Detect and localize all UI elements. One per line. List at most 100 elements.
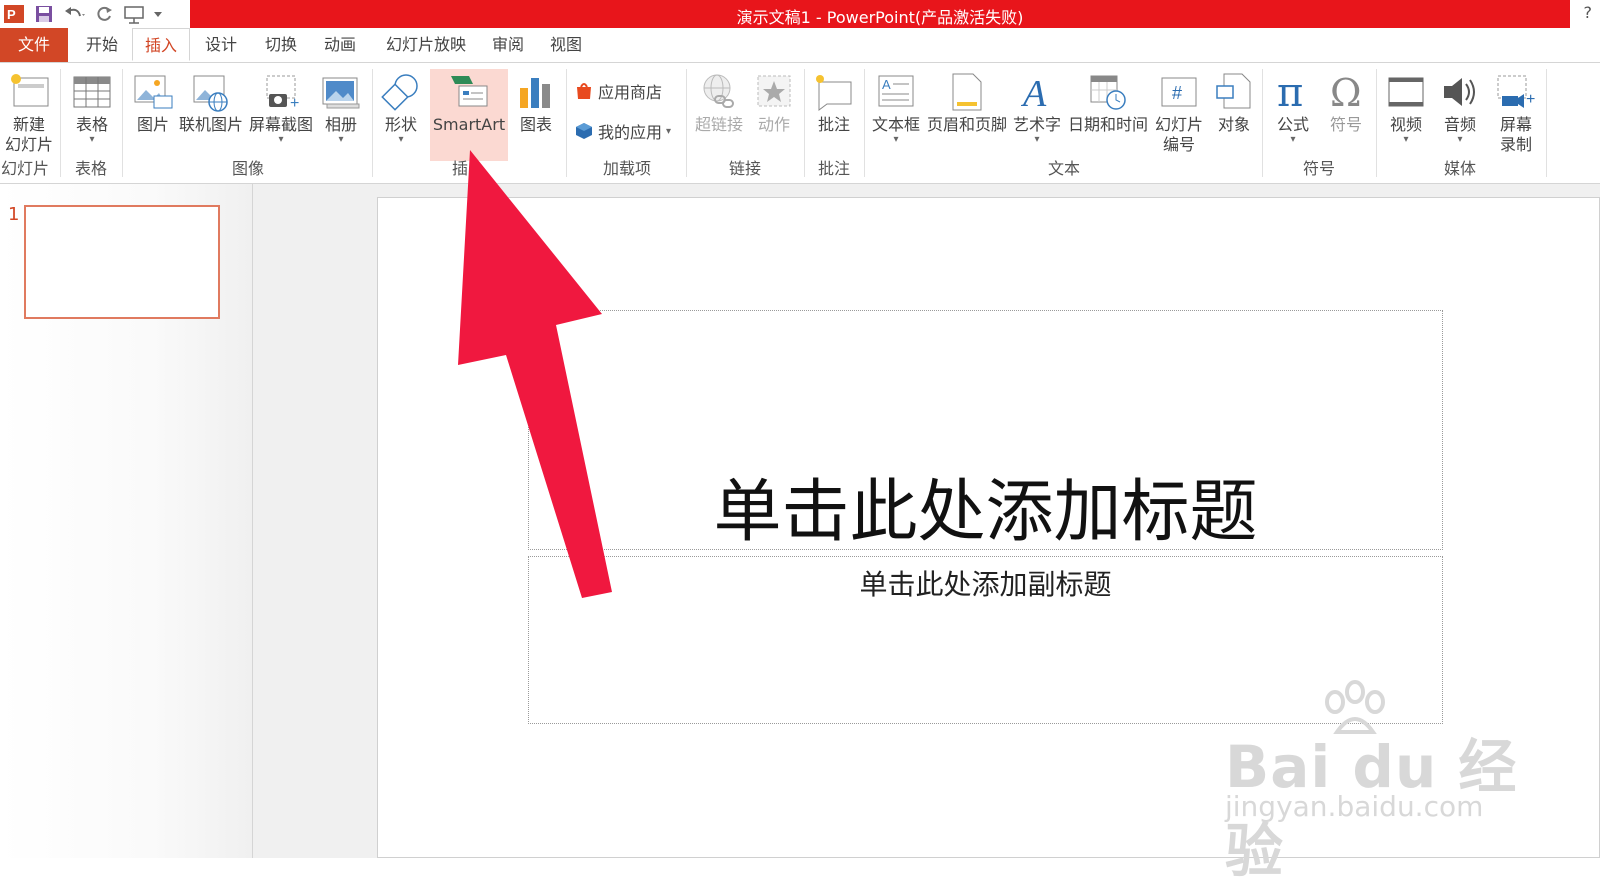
tab-review[interactable]: 审阅	[480, 28, 536, 62]
tab-home[interactable]: 开始	[72, 28, 132, 62]
textbox-icon: A	[866, 69, 926, 115]
group-divider	[1546, 69, 1547, 177]
screenshot-button[interactable]: + 屏幕截图 ▾	[246, 69, 316, 145]
svg-text:Ω: Ω	[1330, 72, 1362, 112]
hyperlink-label: 超链接	[694, 115, 743, 134]
object-button[interactable]: 对象	[1208, 69, 1260, 135]
shapes-dropdown-chevron-icon[interactable]: ▾	[376, 135, 426, 145]
video-dropdown-chevron-icon[interactable]: ▾	[1380, 135, 1432, 145]
audio-label: 音频	[1443, 115, 1476, 134]
slide-number-label-1: 幻灯片	[1154, 115, 1203, 134]
powerpoint-logo-icon[interactable]: P	[2, 2, 26, 26]
tab-design[interactable]: 设计	[192, 28, 250, 62]
header-footer-button[interactable]: 页眉和页脚	[926, 69, 1008, 135]
group-label-comments: 批注	[817, 159, 850, 178]
store-button[interactable]: 应用商店	[574, 79, 662, 103]
slide-thumbnail[interactable]	[24, 205, 220, 319]
svg-text:A: A	[1020, 73, 1047, 112]
smartart-icon	[430, 69, 508, 115]
table-dropdown-chevron-icon[interactable]: ▾	[64, 135, 120, 145]
svg-text:P: P	[7, 7, 16, 22]
photo-album-dropdown-chevron-icon[interactable]: ▾	[316, 135, 366, 145]
shapes-icon	[376, 69, 426, 115]
action-label: 动作	[757, 115, 790, 134]
datetime-button[interactable]: 日期和时间	[1066, 69, 1150, 135]
title-placeholder[interactable]: 单击此处添加标题	[528, 310, 1443, 552]
screen-recording-button[interactable]: + 屏幕 录制	[1488, 69, 1544, 155]
shapes-button[interactable]: 形状 ▾	[376, 69, 426, 145]
picture-button[interactable]: 图片	[128, 69, 178, 135]
action-button[interactable]: 动作	[750, 69, 798, 135]
redo-icon[interactable]	[92, 2, 116, 26]
baidu-watermark: Bai du 经验 jingyan.baidu.com	[1225, 680, 1525, 885]
new-slide-icon	[0, 69, 58, 115]
tab-animations[interactable]: 动画	[310, 28, 370, 62]
textbox-dropdown-chevron-icon[interactable]: ▾	[866, 135, 926, 145]
equation-dropdown-chevron-icon[interactable]: ▾	[1266, 135, 1320, 145]
textbox-button[interactable]: A 文本框 ▾	[866, 69, 926, 145]
symbol-button[interactable]: Ω 符号	[1320, 69, 1372, 135]
online-picture-label: 联机图片	[178, 115, 243, 134]
group-divider	[122, 69, 123, 177]
title-placeholder-text: 单击此处添加标题	[713, 473, 1258, 552]
new-slide-button[interactable]: 新建 幻灯片	[0, 69, 58, 155]
save-icon[interactable]	[32, 2, 56, 26]
wordart-button[interactable]: A 艺术字 ▾	[1010, 69, 1064, 145]
equation-label: 公式	[1276, 115, 1309, 134]
hyperlink-button[interactable]: 超链接	[690, 69, 748, 135]
video-button[interactable]: 视频 ▾	[1380, 69, 1432, 145]
help-button[interactable]: ?	[1584, 3, 1593, 22]
watermark-url: jingyan.baidu.com	[1225, 790, 1484, 823]
my-apps-button[interactable]: 我的应用 ▾	[574, 119, 671, 143]
customize-qat-chevron-down-icon[interactable]	[152, 2, 164, 26]
tab-slideshow[interactable]: 幻灯片放映	[372, 28, 480, 62]
slide-number-label-2: 编号	[1162, 135, 1195, 154]
speaker-audio-icon	[1434, 69, 1486, 115]
svg-text:π: π	[1277, 72, 1303, 112]
wordart-dropdown-chevron-icon[interactable]: ▾	[1010, 135, 1064, 145]
textbox-label: 文本框	[871, 115, 920, 134]
chart-icon	[510, 69, 562, 115]
svg-text:+: +	[1526, 91, 1535, 108]
new-slide-label-2: 幻灯片	[4, 135, 53, 154]
photo-album-button[interactable]: 相册 ▾	[316, 69, 366, 145]
online-picture-icon	[178, 69, 244, 115]
online-picture-button[interactable]: 联机图片	[178, 69, 244, 135]
equation-button[interactable]: π 公式 ▾	[1266, 69, 1320, 145]
group-label-addins: 加载项	[602, 159, 651, 178]
start-slideshow-icon[interactable]	[122, 2, 146, 26]
wordart-label: 艺术字	[1012, 115, 1061, 134]
new-slide-label-1: 新建	[12, 115, 45, 134]
smartart-button[interactable]: SmartArt	[430, 69, 508, 161]
table-button[interactable]: 表格 ▾	[64, 69, 120, 145]
tab-transitions[interactable]: 切换	[252, 28, 310, 62]
my-apps-dropdown-chevron-icon[interactable]: ▾	[666, 126, 671, 137]
group-label-text: 文本	[1047, 159, 1080, 178]
slide-number-button[interactable]: # 幻灯片 编号	[1150, 69, 1208, 155]
group-divider	[566, 69, 567, 177]
slides-thumbnail-pane: 1	[0, 184, 253, 858]
datetime-label: 日期和时间	[1067, 115, 1148, 134]
hyperlink-globe-icon	[690, 69, 748, 115]
window-title: 演示文稿1 - PowerPoint(产品激活失败)	[736, 8, 1024, 27]
object-icon	[1208, 69, 1260, 115]
screenshot-camera-icon: +	[246, 69, 316, 115]
tab-insert[interactable]: 插入	[132, 28, 190, 61]
smartart-label: SmartArt	[432, 115, 506, 134]
undo-icon[interactable]	[62, 2, 86, 26]
tab-view[interactable]: 视图	[536, 28, 596, 62]
chart-button[interactable]: 图表	[510, 69, 562, 135]
group-label-links: 链接	[728, 159, 761, 178]
group-divider	[686, 69, 687, 177]
svg-text:+: +	[290, 95, 299, 112]
subtitle-placeholder-text: 单击此处添加副标题	[859, 568, 1112, 601]
group-label-symbols: 符号	[1302, 159, 1335, 178]
group-label-media: 媒体	[1443, 159, 1476, 178]
audio-dropdown-chevron-icon[interactable]: ▾	[1434, 135, 1486, 145]
screenshot-dropdown-chevron-icon[interactable]: ▾	[246, 135, 316, 145]
group-label-tables: 表格	[74, 159, 107, 178]
audio-button[interactable]: 音频 ▾	[1434, 69, 1486, 145]
calendar-clock-icon	[1066, 69, 1150, 115]
comment-button[interactable]: 批注	[808, 69, 860, 135]
tab-file[interactable]: 文件	[0, 28, 68, 62]
